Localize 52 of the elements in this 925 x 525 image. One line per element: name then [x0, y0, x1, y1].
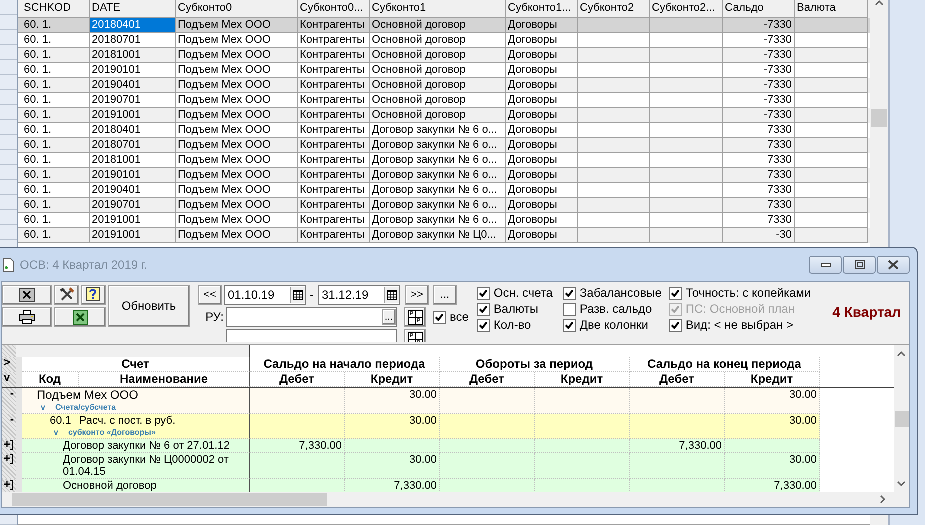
amount-value: 7,330.00 [774, 480, 817, 492]
checkbox-label: все [450, 310, 469, 324]
amount-value: 30.00 [409, 415, 437, 427]
window-title: ОСВ: 4 Квартал 2019 г. [20, 258, 148, 272]
column-header: Дебет [250, 372, 345, 387]
checkbox-label: ПС: Основной план [686, 302, 796, 316]
account-name: Договор закупки № 6 от 27.01.12 [63, 440, 230, 452]
grid-cell: Договор закупки № Ц0... [370, 228, 506, 243]
grid-cell: 20180401 [90, 18, 176, 33]
row-marker: > [2, 357, 16, 372]
column-header: Дебет [440, 372, 535, 387]
account-name: Подъем Мех ООО [37, 388, 138, 402]
ru-label: РУ: [204, 310, 224, 324]
column-header: Дебет [630, 372, 725, 387]
grid-cell: 20191001 [90, 228, 176, 243]
checkbox-label: Валюты [494, 302, 538, 316]
amount-value: 7,330.00 [679, 440, 722, 452]
checkbox-label: Вид: < не выбран > [686, 318, 794, 332]
amount-value: 7,330.00 [299, 440, 342, 452]
column-header: Кредит [345, 372, 440, 387]
account-code: 60.1 [50, 415, 72, 427]
amount-value: 30.00 [789, 454, 817, 466]
period-label: 4 Квартал [832, 304, 901, 320]
group-label: Счета/субсчета [55, 402, 116, 413]
column-header: Счет [22, 357, 250, 372]
account-name: Расч. с пост. в руб. [79, 415, 176, 427]
column-header: Обороты за период [440, 357, 630, 372]
amount-value: 7,330.00 [394, 480, 437, 492]
date-separator: - [309, 288, 315, 302]
grid-cell: -30 [723, 228, 795, 243]
checkbox-label: Осн. счета [494, 286, 553, 300]
checkbox-label: Разв. сальдо [580, 302, 652, 316]
amount-value: 30.00 [789, 415, 817, 427]
grid-cell: Договоры [506, 228, 578, 243]
account-name: Договор закупки № Ц0000002 от 01.04.15 [63, 454, 229, 478]
checkbox-label: Две колонки [580, 318, 648, 332]
column-header: Сальдо на начало периода [250, 357, 440, 372]
amount-value: 30.00 [409, 389, 437, 401]
column-header: Кредит [535, 372, 630, 387]
checkbox-label: Точность: с копейками [686, 286, 812, 300]
column-header: Код [22, 372, 79, 387]
grid-cell: 60. 1. [18, 228, 90, 243]
amount-value: 30.00 [409, 454, 437, 466]
grid-cell: Контрагенты [298, 228, 370, 243]
amount-value: 30.00 [789, 389, 817, 401]
account-name: Основной договор [63, 480, 157, 492]
grid-cell: Подъем Мех ООО [176, 228, 298, 243]
column-header: Наименование [79, 372, 250, 387]
checkbox-label: Забалансовые [580, 286, 662, 300]
row-marker: v [2, 372, 16, 387]
group-label: субконто «Договоры» [68, 427, 156, 438]
checkbox-label: Кол-во [494, 318, 532, 332]
